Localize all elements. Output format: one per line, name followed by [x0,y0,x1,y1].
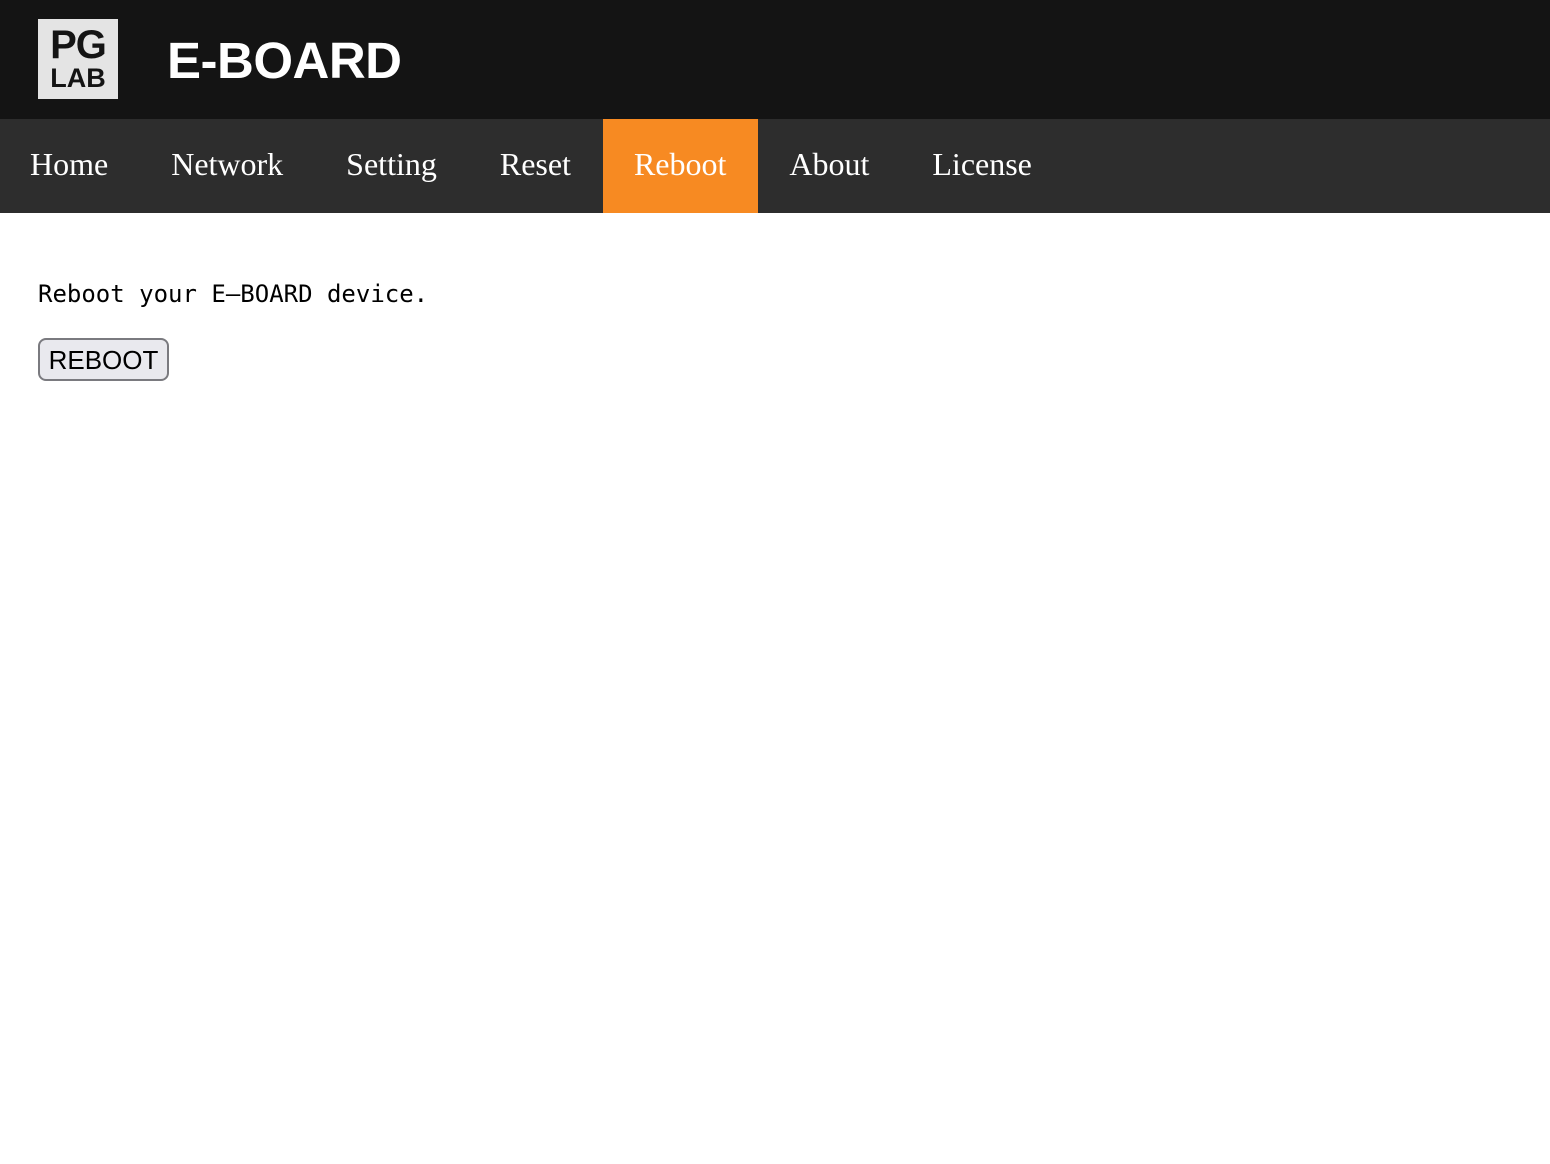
app-title: E-BOARD [167,32,402,89]
nav-item-home[interactable]: Home [0,119,140,213]
nav-item-setting[interactable]: Setting [315,119,469,213]
reboot-button[interactable]: REBOOT [38,338,169,381]
nav-item-about[interactable]: About [758,119,901,213]
nav-item-reboot[interactable]: Reboot [602,119,759,213]
nav-item-license[interactable]: License [901,119,1064,213]
main-nav: Home Network Setting Reset Reboot About … [0,119,1550,213]
nav-item-reset[interactable]: Reset [469,119,603,213]
pglab-logo: PG LAB [38,19,118,99]
logo-text-bottom: LAB [50,63,106,93]
nav-item-network[interactable]: Network [140,119,315,213]
app-header: PG LAB E-BOARD [0,0,1550,119]
logo-text-top: PG [50,23,107,67]
reboot-description: Reboot your E–BOARD device. [38,280,429,308]
